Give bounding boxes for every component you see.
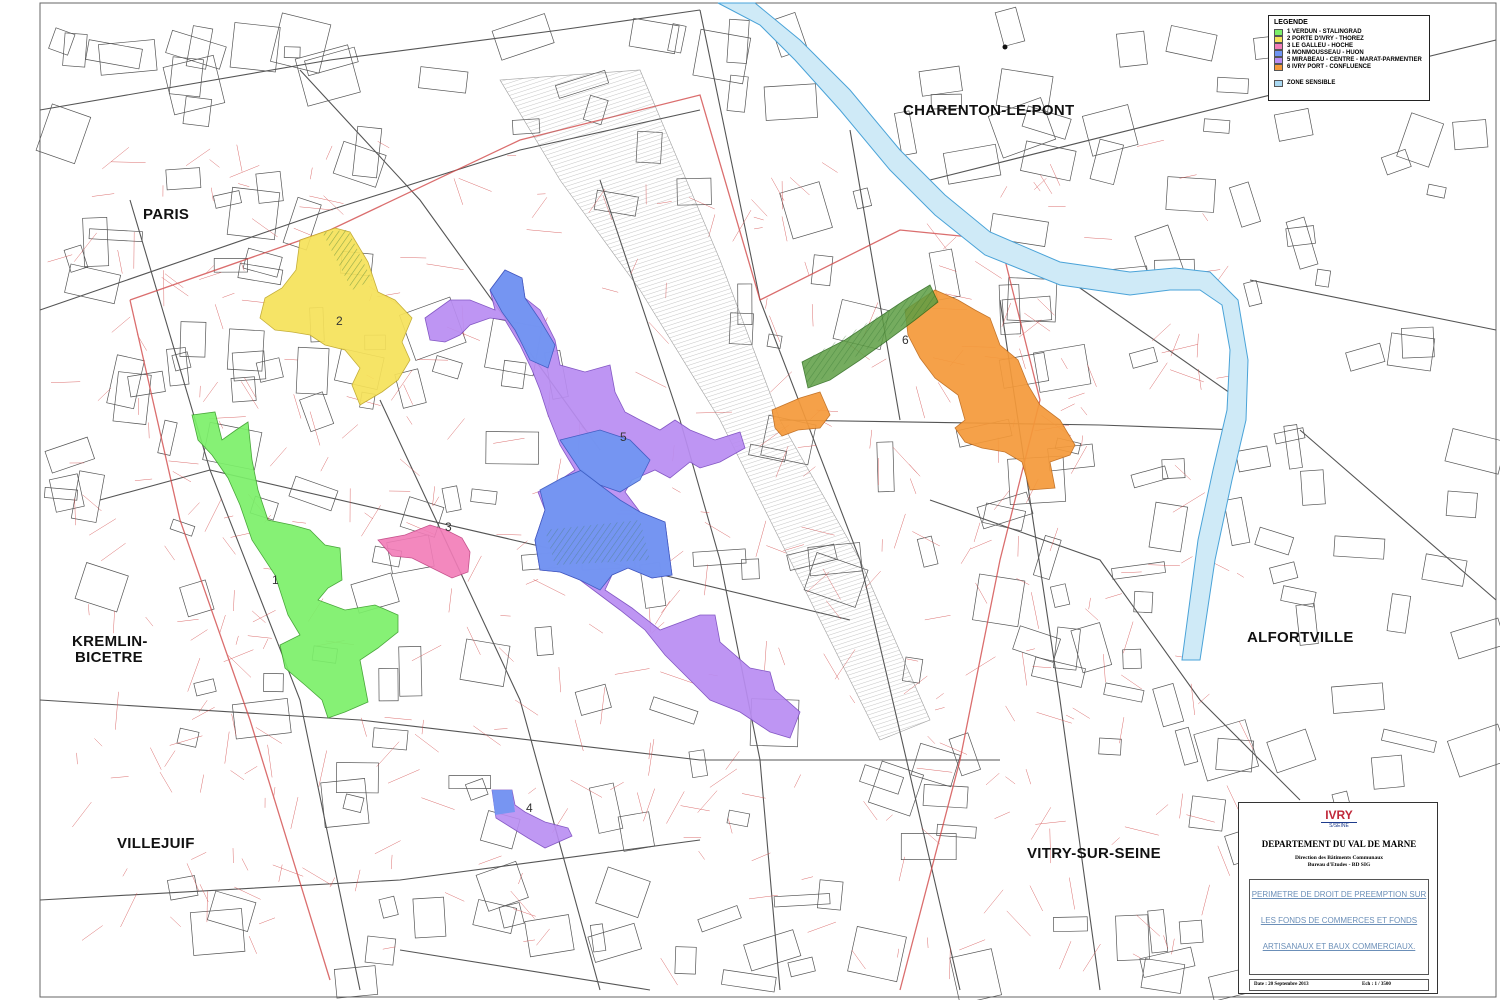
zone-label-5: 5 — [620, 430, 627, 444]
city-label-paris: PARIS — [143, 206, 190, 223]
legend-swatch — [1274, 43, 1283, 50]
logo-text-bottom: S/SEINE — [1321, 822, 1357, 829]
legend-swatch — [1274, 80, 1283, 87]
legend-item-zone-1: 1 VERDUN - STALINGRAD — [1274, 29, 1424, 36]
city-label-villejuif: VILLEJUIF — [117, 835, 195, 852]
direction-line-2: Bureau d'Etudes - BD SIG — [1307, 862, 1371, 868]
zone-label-2: 2 — [336, 314, 343, 328]
zone-label-6: 6 — [902, 333, 909, 347]
city-label-kremlin-line2: BICETRE — [75, 649, 143, 666]
map-title-line-2: LES FONDS DE COMMERCES ET FONDS — [1260, 916, 1418, 925]
map-legend: LEGENDE 1 VERDUN - STALINGRAD 2 PORTE D'I… — [1268, 15, 1430, 101]
zone-label-3: 3 — [445, 520, 452, 534]
legend-swatch — [1274, 29, 1283, 36]
map-title-box: PERIMETRE DE DROIT DE PREEMPTION SUR LES… — [1249, 879, 1429, 975]
legend-swatch — [1274, 57, 1283, 64]
legend-swatch — [1274, 50, 1283, 57]
map-date: Date : 20 Septembre 2013 — [1254, 982, 1309, 987]
legend-item-zone-5: 5 MIRABEAU - CENTRE - MARAT-PARMENTIER — [1274, 57, 1424, 64]
map-scale: Ech : 1 / 3500 — [1362, 982, 1391, 987]
logo-text-top: IVRY — [1325, 808, 1353, 822]
legend-item-label: ZONE SENSIBLE — [1287, 80, 1336, 86]
legend-item-label: 4 MONMOUSSEAU - HUON — [1287, 50, 1364, 56]
map-title-line-3: ARTISANAUX ET BAUX COMMERCIAUX. — [1262, 942, 1416, 951]
city-label-charenton: CHARENTON-LE-PONT — [903, 102, 1075, 119]
legend-swatch — [1274, 64, 1283, 71]
direction-text: Direction des Bâtiments Communaux Bureau… — [1239, 855, 1439, 869]
legend-title: LEGENDE — [1274, 19, 1308, 26]
city-label-vitry: VITRY-SUR-SEINE — [1027, 845, 1161, 862]
zone-6-west-fragment — [771, 391, 831, 437]
legend-item-zone-4: 4 MONMOUSSEAU - HUON — [1274, 50, 1424, 57]
legend-item-zone-6: 6 IVRY PORT - CONFLUENCE — [1274, 64, 1424, 71]
legend-item-label: 3 LE GALLEU - HOCHE — [1287, 43, 1354, 49]
map-title-line-1: PERIMETRE DE DROIT DE PREEMPTION SUR — [1251, 890, 1427, 899]
direction-line-1: Direction des Bâtiments Communaux — [1294, 855, 1384, 861]
department-title: DEPARTEMENT DU VAL DE MARNE — [1261, 839, 1417, 849]
zone-4-hatched-sensitive — [492, 790, 515, 815]
zone-1-verdun-stalingrad — [191, 411, 399, 719]
legend-item-label: 2 PORTE D'IVRY - THOREZ — [1287, 36, 1364, 42]
legend-item-zone-2: 2 PORTE D'IVRY - THOREZ — [1274, 36, 1424, 43]
city-label-alfortville: ALFORTVILLE — [1247, 629, 1354, 646]
legend-item-label: 1 VERDUN - STALINGRAD — [1287, 29, 1362, 35]
title-block: IVRY S/SEINE DEPARTEMENT DU VAL DE MARNE… — [1238, 802, 1438, 994]
zone-label-4: 4 — [526, 801, 533, 815]
map-dot-marker — [1002, 44, 1008, 50]
legend-item-label: 5 MIRABEAU - CENTRE - MARAT-PARMENTIER — [1287, 57, 1422, 63]
zone-label-1: 1 — [272, 573, 279, 587]
legend-item-zone-sensible: ZONE SENSIBLE — [1274, 80, 1424, 87]
legend-item-zone-3: 3 LE GALLEU - HOCHE — [1274, 43, 1424, 50]
legend-swatch — [1274, 36, 1283, 43]
legend-item-label: 6 IVRY PORT - CONFLUENCE — [1287, 64, 1372, 70]
ivry-logo: IVRY S/SEINE — [1321, 809, 1357, 829]
footer-info: Date : 20 Septembre 2013 Ech : 1 / 3500 — [1249, 979, 1429, 991]
